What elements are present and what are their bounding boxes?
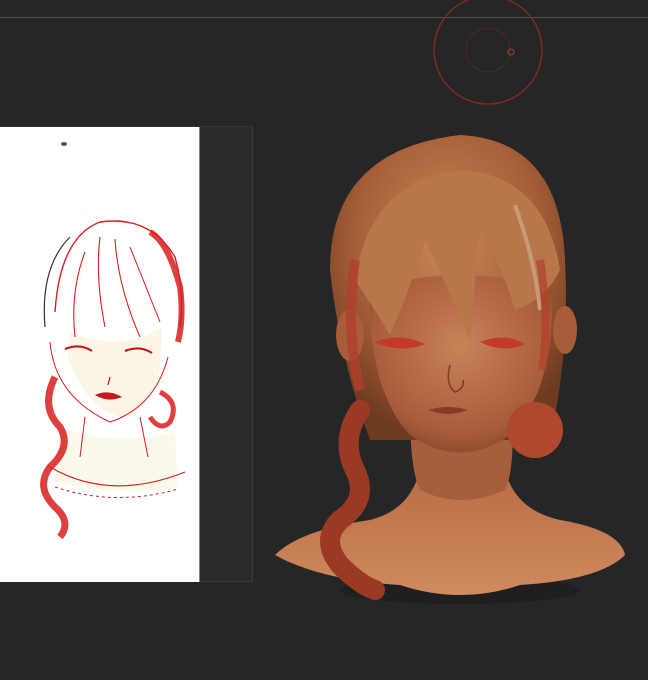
reference-image-panel[interactable]: [0, 126, 253, 582]
sculpt-bust-model[interactable]: [260, 110, 648, 630]
sculpt-viewport-canvas[interactable]: [260, 110, 648, 630]
reference-sketch-image: [0, 127, 200, 582]
brush-radius-cursor-icon: [430, 0, 546, 106]
toolbar-divider: [0, 17, 648, 18]
sculpt-app-window: [0, 0, 648, 680]
